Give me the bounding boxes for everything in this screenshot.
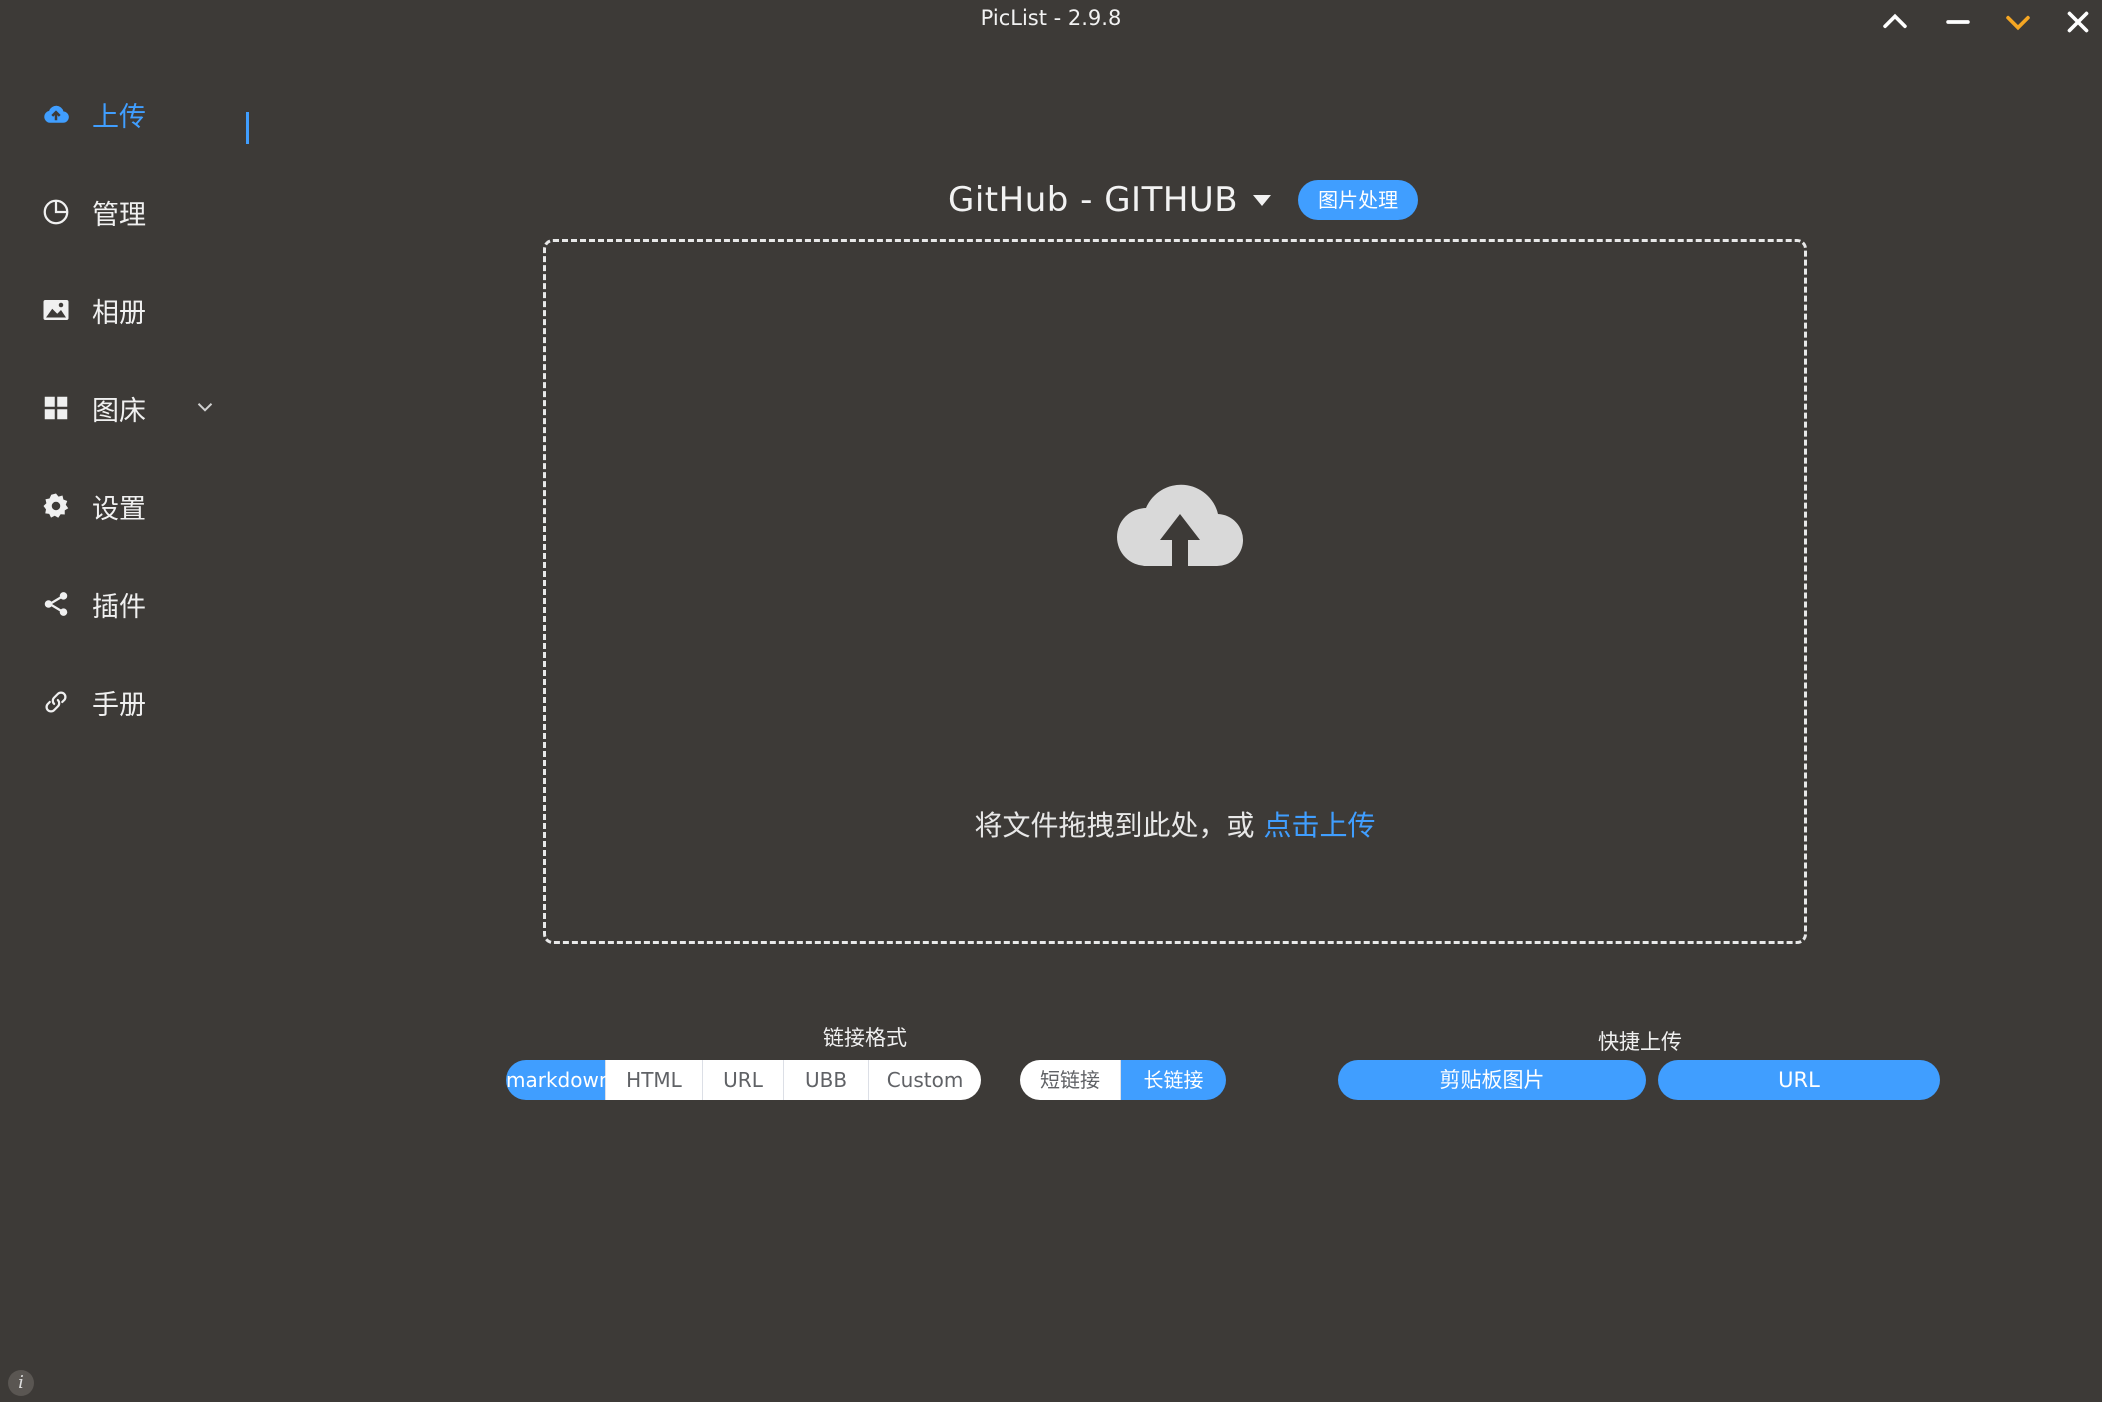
chevron-down-icon <box>2006 15 2030 31</box>
format-option-html[interactable]: HTML <box>606 1060 703 1100</box>
minimize-button[interactable] <box>1933 2 1983 42</box>
link-icon <box>40 686 72 718</box>
short-link-option[interactable]: 短链接 <box>1020 1060 1121 1100</box>
sidebar-item-settings[interactable]: 设置 <box>40 478 240 534</box>
chevron-up-icon <box>1883 13 1907 29</box>
minus-icon <box>1946 20 1970 24</box>
quick-upload-label: 快捷上传 <box>1598 1030 1682 1054</box>
upload-cloud-icon <box>1117 484 1244 568</box>
sidebar-item-manage[interactable]: 管理 <box>40 184 240 240</box>
upload-dropzone[interactable]: 将文件拖拽到此处，或 点击上传 <box>543 239 1807 944</box>
link-length-group: 短链接 长链接 <box>1020 1060 1226 1100</box>
close-icon <box>2067 11 2089 33</box>
sidebar-item-picbed[interactable]: 图床 <box>40 380 240 436</box>
info-icon[interactable]: i <box>8 1370 34 1396</box>
sidebar: 上传 管理 相册 图床 设置 插件 手册 <box>0 40 260 1402</box>
sidebar-item-label: 管理 <box>92 199 146 231</box>
dropzone-text: 将文件拖拽到此处，或 点击上传 <box>546 804 1804 844</box>
image-icon <box>40 294 72 326</box>
image-process-button[interactable]: 图片处理 <box>1298 180 1419 220</box>
sidebar-item-manual[interactable]: 手册 <box>40 674 240 730</box>
format-option-markdown[interactable]: markdown <box>506 1060 612 1100</box>
sidebar-item-label: 手册 <box>92 689 146 721</box>
collapse-up-button[interactable] <box>1870 2 1920 42</box>
sidebar-item-label: 插件 <box>92 591 146 623</box>
gear-icon <box>40 490 72 522</box>
format-option-custom[interactable]: Custom <box>869 1060 981 1100</box>
share-icon <box>40 588 72 620</box>
dropzone-hint: 将文件拖拽到此处，或 <box>974 809 1264 842</box>
active-indicator <box>246 112 249 144</box>
long-link-option[interactable]: 长链接 <box>1121 1060 1226 1100</box>
picbed-name[interactable]: GitHub - GITHUB <box>948 180 1238 220</box>
picbed-selector: GitHub - GITHUB 图片处理 <box>948 176 1419 224</box>
title-bar: PicList - 2.9.8 <box>0 0 2102 40</box>
sidebar-item-label: 相册 <box>92 297 146 329</box>
link-format-group: markdown HTML URL UBB Custom <box>506 1060 981 1100</box>
cloud-upload-icon <box>40 98 72 130</box>
close-button[interactable] <box>2053 2 2102 42</box>
sidebar-item-plugins[interactable]: 插件 <box>40 576 240 632</box>
click-upload-link[interactable]: 点击上传 <box>1263 809 1375 842</box>
sidebar-item-label: 设置 <box>92 493 146 525</box>
pie-chart-icon <box>40 196 72 228</box>
minimize-to-tray-button[interactable] <box>1993 2 2043 42</box>
clipboard-upload-button[interactable]: 剪贴板图片 <box>1338 1060 1646 1100</box>
url-upload-button[interactable]: URL <box>1658 1060 1940 1100</box>
chevron-down-icon <box>197 403 213 412</box>
sidebar-item-upload[interactable]: 上传 <box>40 86 240 142</box>
sidebar-item-gallery[interactable]: 相册 <box>40 282 240 338</box>
sidebar-item-label: 上传 <box>92 101 146 133</box>
link-format-label: 链接格式 <box>823 1026 907 1050</box>
format-option-url[interactable]: URL <box>703 1060 784 1100</box>
format-option-ubb[interactable]: UBB <box>784 1060 869 1100</box>
sidebar-item-label: 图床 <box>92 395 146 427</box>
grid-icon <box>40 392 72 424</box>
caret-down-icon[interactable] <box>1250 188 1274 212</box>
app-window: PicList - 2.9.8 上传 管理 相册 图床 设置 插件 手册 i G… <box>0 0 2102 1402</box>
window-title: PicList - 2.9.8 <box>980 6 1122 30</box>
